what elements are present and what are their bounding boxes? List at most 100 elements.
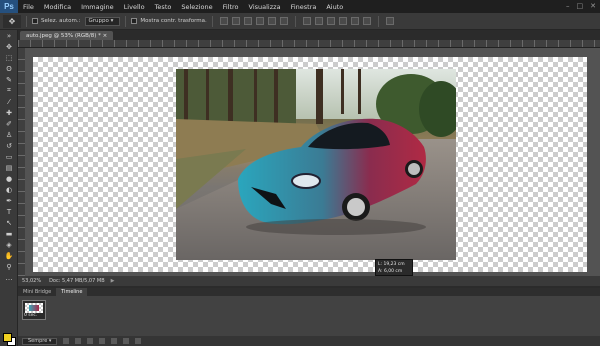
distribute-left-icon[interactable]: [338, 17, 347, 25]
status-bar: 53,02% Doc: 5,47 MB/5,07 MB ▶: [18, 276, 600, 286]
menu-visualizza[interactable]: Visualizza: [244, 3, 286, 11]
status-menu-arrow-icon[interactable]: ▶: [111, 278, 115, 284]
distribute-vcenter-icon[interactable]: [314, 17, 323, 25]
marquee-tool-icon[interactable]: ⬚: [0, 52, 18, 63]
frame-thumbnail: [25, 303, 43, 313]
canvas-area[interactable]: L: 19,23 cm A: 6,00 cm: [25, 48, 600, 276]
divider: [26, 15, 27, 27]
auto-align-icon[interactable]: [385, 17, 394, 25]
gradient-tool-icon[interactable]: ▤: [0, 162, 18, 173]
foreground-color-swatch[interactable]: [3, 333, 12, 342]
show-transform-checkbox[interactable]: [131, 18, 138, 24]
delete-frame-icon[interactable]: [135, 338, 142, 344]
divider: [211, 15, 213, 27]
eyedropper-tool-icon[interactable]: ⁄: [0, 96, 18, 107]
brush-tool-icon[interactable]: ✐: [0, 118, 18, 129]
menu-aiuto[interactable]: Aiuto: [321, 3, 348, 11]
menu-livello[interactable]: Livello: [119, 3, 150, 11]
move-tool-preset-icon[interactable]: ✥: [3, 14, 21, 28]
chevron-down-icon: ▾: [48, 338, 52, 344]
distribute-right-icon[interactable]: [362, 17, 371, 25]
close-tab-icon[interactable]: ×: [103, 33, 108, 39]
distribute-bottom-icon[interactable]: [326, 17, 335, 25]
loop-value: Sempre: [28, 338, 48, 344]
align-vcenter-icon[interactable]: [231, 17, 240, 25]
tooltip-width-row: L: 19,23 cm: [378, 261, 410, 268]
tween-icon[interactable]: [111, 338, 118, 344]
history-brush-tool-icon[interactable]: ↺: [0, 140, 18, 151]
align-bottom-icon[interactable]: [243, 17, 252, 25]
tab-mini-bridge[interactable]: Mini Bridge: [18, 288, 56, 296]
3d-tool-icon[interactable]: ◈: [0, 239, 18, 250]
pen-tool-icon[interactable]: ✒: [0, 195, 18, 206]
timeline-controls: Sempre ▾: [18, 336, 600, 346]
options-bar: ✥ Selez. autom.: Gruppo ▾ Mostra contr. …: [0, 13, 600, 30]
dodge-tool-icon[interactable]: ◐: [0, 184, 18, 195]
horizontal-ruler[interactable]: [18, 40, 600, 48]
panel-tabs: Mini Bridge Timeline: [18, 288, 600, 296]
zoom-level[interactable]: 53,02%: [18, 278, 49, 284]
show-transform-label: Mostra contr. trasforma.: [140, 18, 207, 24]
hand-tool-icon[interactable]: ✋: [0, 250, 18, 261]
tab-timeline[interactable]: Timeline: [56, 288, 88, 296]
blur-tool-icon[interactable]: ●: [0, 173, 18, 184]
eraser-tool-icon[interactable]: ▭: [0, 151, 18, 162]
window-controls: – □ ✕: [566, 2, 596, 10]
menu-testo[interactable]: Testo: [150, 3, 177, 11]
document-tab[interactable]: auto.jpeg @ 53% (RGB/8) * ×: [20, 31, 114, 40]
timeline-panel: Mini Bridge Timeline 0 sec. Sempre ▾: [18, 288, 600, 346]
align-left-icon[interactable]: [255, 17, 264, 25]
play-icon[interactable]: [87, 338, 94, 344]
distribute-top-icon[interactable]: [302, 17, 311, 25]
divider: [377, 15, 379, 27]
auto-select-value: Gruppo: [88, 18, 109, 24]
healing-brush-tool-icon[interactable]: ✚: [0, 107, 18, 118]
menu-file[interactable]: File: [18, 3, 39, 11]
clone-stamp-tool-icon[interactable]: ♙: [0, 129, 18, 140]
menu-modifica[interactable]: Modifica: [39, 3, 76, 11]
document-tab-title: auto.jpeg @ 53% (RGB/8) *: [26, 32, 101, 39]
menu-selezione[interactable]: Selezione: [176, 3, 217, 11]
height-value: 6,00 cm: [383, 269, 403, 274]
type-tool-icon[interactable]: T: [0, 206, 18, 217]
align-top-icon[interactable]: [219, 17, 228, 25]
photoshop-logo: Ps: [0, 0, 18, 13]
minimize-icon[interactable]: –: [566, 2, 570, 10]
divider: [294, 15, 296, 27]
crop-tool-icon[interactable]: ⌗: [0, 85, 18, 96]
first-frame-icon[interactable]: [63, 338, 70, 344]
menu-finestra[interactable]: Finestra: [286, 3, 322, 11]
height-label: A:: [378, 269, 383, 274]
lasso-tool-icon[interactable]: ʘ: [0, 63, 18, 74]
tooltip-height-row: A: 6,00 cm: [378, 268, 410, 275]
zoom-tool-icon[interactable]: ⚲: [0, 261, 18, 272]
tools-panel: » ✥ ⬚ ʘ ✎ ⌗ ⁄ ✚ ✐ ♙ ↺ ▭ ▤ ● ◐ ✒ T ↖ ▬ ◈ …: [0, 30, 18, 346]
auto-select-dropdown[interactable]: Gruppo ▾: [84, 16, 121, 26]
width-label: L:: [378, 262, 383, 267]
divider: [125, 15, 127, 27]
timeline-frame[interactable]: 0 sec.: [22, 300, 46, 320]
panel-collapse-icon[interactable]: »: [0, 30, 18, 41]
auto-select-checkbox[interactable]: [32, 18, 38, 24]
chevron-down-icon: ▾: [110, 18, 114, 24]
align-hcenter-icon[interactable]: [267, 17, 276, 25]
frame-duration[interactable]: 0 sec.: [24, 313, 37, 318]
align-right-icon[interactable]: [279, 17, 288, 25]
vertical-ruler[interactable]: [18, 48, 25, 276]
menu-bar: Ps File Modifica Immagine Livello Testo …: [0, 0, 600, 13]
car-photo[interactable]: [176, 69, 456, 260]
loop-options-dropdown[interactable]: Sempre ▾: [22, 337, 58, 345]
distribute-hcenter-icon[interactable]: [350, 17, 359, 25]
close-icon[interactable]: ✕: [590, 2, 596, 10]
more-tools-icon[interactable]: …: [0, 272, 18, 283]
shape-tool-icon[interactable]: ▬: [0, 228, 18, 239]
next-frame-icon[interactable]: [99, 338, 106, 344]
move-tool-icon[interactable]: ✥: [0, 41, 18, 52]
quick-select-tool-icon[interactable]: ✎: [0, 74, 18, 85]
menu-filtro[interactable]: Filtro: [218, 3, 244, 11]
previous-frame-icon[interactable]: [75, 338, 82, 344]
path-selection-tool-icon[interactable]: ↖: [0, 217, 18, 228]
maximize-icon[interactable]: □: [577, 2, 584, 10]
menu-immagine[interactable]: Immagine: [76, 3, 119, 11]
duplicate-frame-icon[interactable]: [123, 338, 130, 344]
